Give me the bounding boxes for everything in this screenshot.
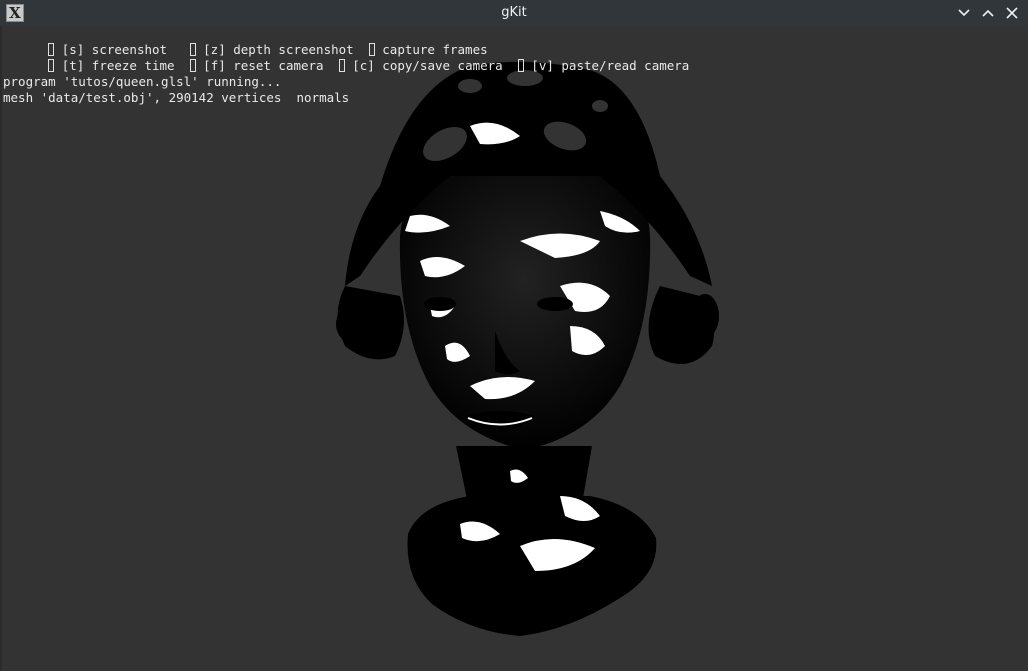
reset-camera-checkbox[interactable] xyxy=(189,59,196,72)
log-line-mesh: mesh 'data/test.obj', 290142 vertices no… xyxy=(3,90,350,105)
reset-camera-option[interactable]: [f] reset camera xyxy=(203,58,323,74)
queen-bust-render xyxy=(336,61,719,636)
freeze-time-option[interactable]: [t] freeze time xyxy=(62,58,175,74)
paste-read-camera-checkbox[interactable] xyxy=(517,59,524,72)
minimize-icon[interactable] xyxy=(954,3,974,23)
ui-console: [s] screenshot [z] depth screenshot capt… xyxy=(3,26,689,122)
log-line-program: program 'tutos/queen.glsl' running... xyxy=(3,74,282,89)
freeze-time-checkbox[interactable] xyxy=(48,59,55,72)
render-viewport[interactable]: [s] screenshot [z] depth screenshot capt… xyxy=(0,26,1028,671)
options-row-2: [t] freeze time [f] reset camera [c] cop… xyxy=(3,42,689,73)
copy-save-camera-checkbox[interactable] xyxy=(338,59,345,72)
paste-read-camera-option[interactable]: [v] paste/read camera xyxy=(531,58,689,74)
copy-save-camera-option[interactable]: [c] copy/save camera xyxy=(352,58,503,74)
title-bar[interactable]: X gKit xyxy=(0,0,1028,26)
maximize-icon[interactable] xyxy=(978,3,998,23)
close-icon[interactable] xyxy=(1002,3,1022,23)
options-row-1: [s] screenshot [z] depth screenshot capt… xyxy=(3,26,488,57)
window-title: gKit xyxy=(501,5,527,20)
